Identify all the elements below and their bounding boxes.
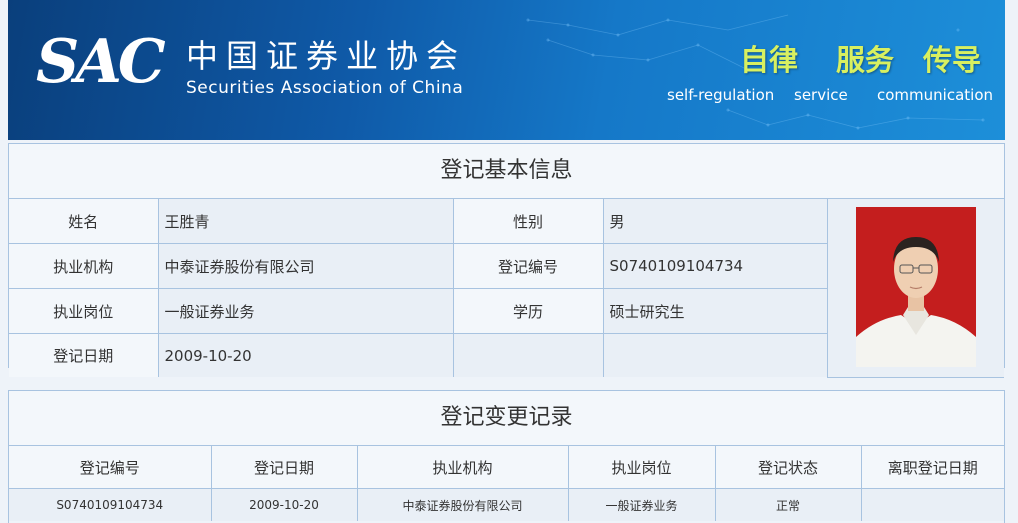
table-row: S0740109104734 2009-10-20 中泰证券股份有限公司 一般证… bbox=[9, 488, 1004, 521]
record-position: 一般证券业务 bbox=[567, 488, 716, 521]
gender-label: 性别 bbox=[452, 199, 604, 244]
person-portrait-icon bbox=[855, 207, 976, 368]
record-status: 正常 bbox=[714, 488, 862, 521]
basic-info-table: 姓名 王胜青 性别 男 执业机构 中泰证券股份有限公司 登记编号 S074010… bbox=[9, 199, 1004, 378]
column-header: 登记编号 bbox=[9, 446, 212, 489]
slogan-communication-cn: 传导 bbox=[923, 43, 982, 77]
gender-value: 男 bbox=[602, 199, 828, 244]
registration-date-label: 登记日期 bbox=[9, 333, 159, 377]
position-value: 一般证券业务 bbox=[157, 288, 454, 334]
slogan-self-regulation-cn: 自律 bbox=[740, 43, 799, 77]
empty-cell bbox=[452, 333, 604, 377]
change-records-panel: 登记变更记录 登记编号 登记日期 执业机构 执业岗位 登记状态 离职登记日期 S… bbox=[8, 390, 1005, 523]
header-banner: SAC 中国证券业协会 Securities Association of Ch… bbox=[8, 0, 1005, 140]
education-value: 硕士研究生 bbox=[602, 288, 827, 334]
institution-value: 中泰证券股份有限公司 bbox=[157, 243, 454, 289]
photo-cell bbox=[826, 199, 1004, 378]
record-institution: 中泰证券股份有限公司 bbox=[356, 488, 569, 521]
record-registration-number: S0740109104734 bbox=[9, 488, 212, 521]
registration-number-label: 登记编号 bbox=[452, 243, 604, 289]
basic-info-panel: 登记基本信息 姓名 王胜青 性别 男 执业机构 中泰证券股份有限公司 登记编号 … bbox=[8, 143, 1005, 378]
column-header: 离职登记日期 bbox=[860, 446, 1004, 489]
slogan-service-en: service bbox=[794, 86, 848, 104]
record-departure-date bbox=[860, 488, 1004, 521]
column-header: 执业岗位 bbox=[567, 446, 716, 489]
change-records-title: 登记变更记录 bbox=[9, 391, 1004, 446]
education-label: 学历 bbox=[452, 288, 604, 334]
column-header: 登记状态 bbox=[714, 446, 862, 489]
slogan-service-cn: 服务 bbox=[836, 43, 895, 77]
sac-logo: SAC bbox=[36, 27, 166, 97]
id-photo bbox=[855, 207, 976, 368]
registration-date-value: 2009-10-20 bbox=[157, 333, 454, 377]
slogan-communication-en: communication bbox=[877, 86, 994, 104]
empty-cell bbox=[602, 333, 827, 377]
table-header-row: 登记编号 登记日期 执业机构 执业岗位 登记状态 离职登记日期 bbox=[9, 446, 1004, 489]
name-value: 王胜青 bbox=[157, 199, 454, 244]
registration-number-value: S0740109104734 bbox=[602, 243, 827, 289]
column-header: 执业机构 bbox=[356, 446, 569, 489]
table-row: 姓名 王胜青 性别 男 bbox=[9, 199, 1004, 378]
logo-english-name: Securities Association of China bbox=[186, 78, 464, 98]
name-label: 姓名 bbox=[9, 199, 159, 244]
institution-label: 执业机构 bbox=[9, 243, 159, 289]
logo-chinese-name: 中国证券业协会 bbox=[186, 37, 467, 75]
slogan-self-regulation-en: self-regulation bbox=[667, 86, 775, 104]
position-label: 执业岗位 bbox=[9, 288, 159, 334]
record-registration-date: 2009-10-20 bbox=[210, 488, 358, 521]
column-header: 登记日期 bbox=[210, 446, 358, 489]
basic-info-title: 登记基本信息 bbox=[9, 144, 1004, 199]
change-records-table: 登记编号 登记日期 执业机构 执业岗位 登记状态 离职登记日期 S0740109… bbox=[9, 446, 1004, 521]
